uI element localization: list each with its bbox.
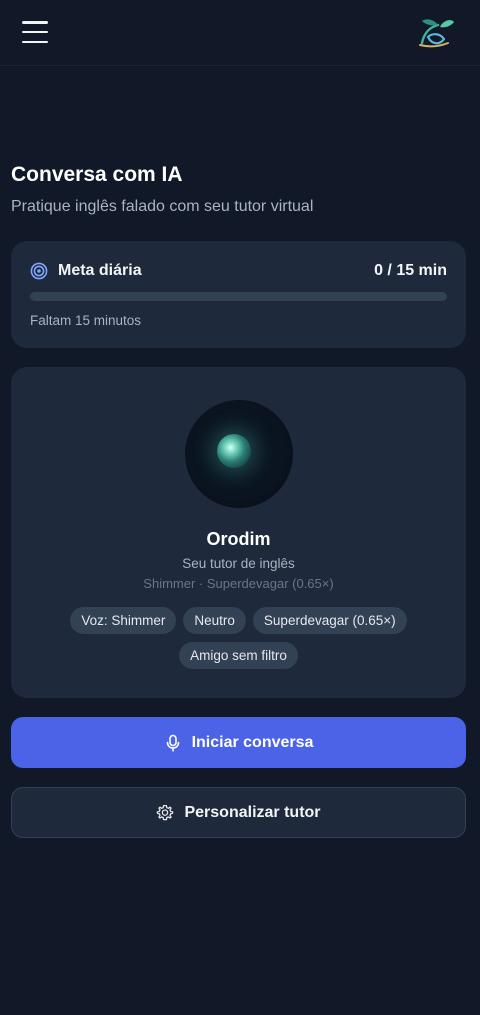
top-bar (0, 0, 480, 66)
leaf-logo-icon[interactable] (414, 13, 456, 51)
microphone-icon (164, 734, 182, 752)
daily-goal-label: Meta diária (58, 262, 142, 279)
tutor-tags: Voz: Shimmer Neutro Superdevagar (0.65×)… (31, 607, 446, 669)
orb-glow (217, 434, 251, 468)
daily-goal-value: 0 / 15 min (374, 262, 447, 279)
tutor-avatar-orb (185, 400, 293, 508)
tag-voice: Voz: Shimmer (70, 607, 177, 634)
tutor-voice-speed: Shimmer · Superdevagar (0.65×) (143, 576, 334, 591)
tag-personality: Amigo sem filtro (179, 642, 298, 669)
page-title: Conversa com IA (11, 163, 183, 186)
target-icon (30, 262, 48, 280)
page-subtitle: Pratique inglês falado com seu tutor vir… (11, 198, 314, 215)
start-conversation-button[interactable]: Iniciar conversa (11, 717, 466, 768)
daily-goal-remaining: Faltam 15 minutos (30, 313, 142, 328)
tutor-name: Orodim (206, 529, 271, 549)
gear-icon (156, 804, 174, 822)
tag-speed: Superdevagar (0.65×) (252, 607, 407, 634)
tag-tone: Neutro (183, 607, 246, 634)
start-conversation-label: Iniciar conversa (191, 733, 314, 751)
customize-tutor-label: Personalizar tutor (184, 803, 321, 821)
tutor-card: Orodim Seu tutor de inglês Shimmer · Sup… (11, 367, 466, 698)
daily-goal-card: Meta diária 0 / 15 min Faltam 15 minutos (11, 241, 466, 348)
customize-tutor-button[interactable]: Personalizar tutor (11, 787, 466, 838)
tutor-role: Seu tutor de inglês (182, 556, 295, 571)
hamburger-menu-icon[interactable] (22, 21, 48, 43)
daily-goal-progress-bar (30, 292, 447, 301)
